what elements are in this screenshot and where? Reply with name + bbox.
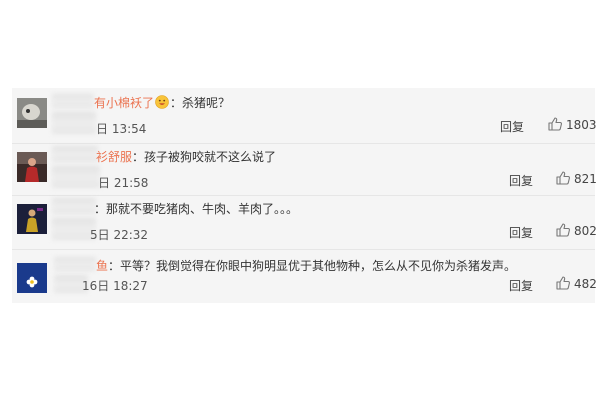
blurred-username [52,94,94,108]
reply-button[interactable]: 回复 [509,224,533,241]
comment-content: ：孩子被狗咬就不这么说了 [132,150,277,164]
comment-content: ：那就不要吃猪肉、牛肉、羊肉了。。。 [94,202,299,216]
blurred-username [52,146,98,162]
comment-content: ：杀猪呢？ [170,96,231,110]
avatar[interactable] [17,204,47,234]
red-figure-avatar-icon [17,152,47,182]
blurred-username [54,257,96,271]
smiling-face-emoji-icon [155,95,169,109]
blurred-date [52,166,100,188]
like-button[interactable]: 1803 [547,116,597,134]
comment-text: 有小棉袄了 ：杀猪呢？ [94,95,230,111]
comment-item: ：那就不要吃猪肉、牛肉、羊肉了。。。 5日 22:32 回复 802 [12,196,597,246]
comment-item: 鱼：平等？我倒觉得在你眼中狗明显优于其他物种，怎么从不见你为杀猪发声。 16日 … [12,251,597,301]
comment-item: 衫舒服：孩子被狗咬就不这么说了 日 21:58 回复 821 [12,144,597,194]
like-button[interactable]: 821 [555,170,597,188]
like-button[interactable]: 802 [555,222,597,240]
comment-text: ：那就不要吃猪肉、牛肉、羊肉了。。。 [94,201,298,217]
reply-button[interactable]: 回复 [509,277,533,294]
reply-button[interactable]: 回复 [500,118,524,135]
like-button[interactable]: 482 [555,275,597,293]
username[interactable]: 鱼 [96,259,108,273]
blurred-date [52,112,96,134]
comment-list: 有小棉袄了 ：杀猪呢？ 日 13:54 回复 1803 衫舒服：孩子被狗咬就不这么… [12,88,597,303]
comment-time: 日 21:58 [98,176,149,190]
avatar[interactable] [17,152,47,182]
comment-item: 有小棉袄了 ：杀猪呢？ 日 13:54 回复 1803 [12,90,597,140]
username[interactable]: 有小棉袄了 [94,96,154,110]
divider [12,249,595,250]
thumbs-up-icon [548,117,562,131]
like-count: 821 [574,172,597,186]
reply-button[interactable]: 回复 [509,172,533,189]
comment-text: 衫舒服：孩子被狗咬就不这么说了 [96,149,276,165]
comment-text: 鱼：平等？我倒觉得在你眼中狗明显优于其他物种，怎么从不见你为杀猪发声。 [96,258,516,274]
like-count: 802 [574,224,597,238]
avatar[interactable] [17,263,47,293]
like-count: 1803 [566,118,597,132]
comment-time: 日 13:54 [96,122,147,136]
blue-flower-avatar-icon [17,263,47,293]
thumbs-up-icon [556,276,570,290]
avatar[interactable] [17,98,47,128]
comment-time: 5日 22:32 [90,228,149,242]
blurred-username [52,198,96,214]
username[interactable]: 衫舒服 [96,150,132,164]
dark-figure-avatar-icon [17,204,47,234]
comment-time: 16日 18:27 [82,279,148,293]
comment-content: ：平等？我倒觉得在你眼中狗明显优于其他物种，怎么从不见你为杀猪发声。 [108,259,517,273]
like-count: 482 [574,277,597,291]
thumbs-up-icon [556,171,570,185]
gray-photo-avatar-icon [17,98,47,128]
thumbs-up-icon [556,223,570,237]
